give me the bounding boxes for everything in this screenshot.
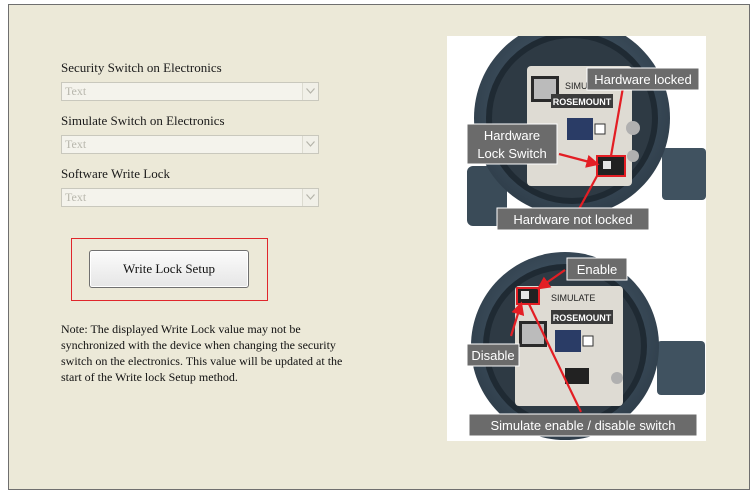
top-brand-text: ROSEMOUNT xyxy=(553,97,612,107)
chevron-down-icon[interactable] xyxy=(302,83,318,100)
security-switch-dropdown[interactable]: Text xyxy=(61,82,319,101)
window-panel: Security Switch on Electronics Text Simu… xyxy=(8,4,750,490)
callout-hardware-switch-line2: Lock Switch xyxy=(477,146,546,161)
simulate-switch-value: Text xyxy=(65,137,87,151)
callout-hardware-switch-line1: Hardware xyxy=(484,128,540,143)
bottom-housing-text: SIMULATE xyxy=(551,293,595,303)
software-write-lock-label: Software Write Lock xyxy=(61,166,170,181)
callout-hardware-locked: Hardware locked xyxy=(586,67,700,91)
callout-enable-text: Enable xyxy=(577,262,617,277)
callout-hardware-locked-text: Hardware locked xyxy=(594,72,692,87)
callout-hardware-not-locked: Hardware not locked xyxy=(496,207,650,231)
software-write-lock-value: Text xyxy=(65,190,87,204)
callout-enable: Enable xyxy=(566,257,628,281)
device-illustration: ROSEMOUNT SIMULA Hardware locked Hardwar xyxy=(447,20,706,441)
chevron-down-icon[interactable] xyxy=(302,136,318,153)
device-illustration-graphic: ROSEMOUNT SIMULA Hardware locked Hardwar xyxy=(466,20,706,440)
bottom-brand-text: ROSEMOUNT xyxy=(553,313,612,323)
callout-simulate-switch: Simulate enable / disable switch xyxy=(468,413,698,437)
callout-disable: Disable xyxy=(466,343,520,367)
callout-hardware-not-locked-text: Hardware not locked xyxy=(513,212,632,227)
chevron-down-icon[interactable] xyxy=(302,189,318,206)
callout-simulate-switch-text: Simulate enable / disable switch xyxy=(491,418,676,433)
write-lock-setup-button[interactable]: Write Lock Setup xyxy=(89,250,249,288)
security-switch-label: Security Switch on Electronics xyxy=(61,60,222,75)
write-lock-note: Note: The displayed Write Lock value may… xyxy=(61,322,343,384)
security-switch-value: Text xyxy=(65,84,87,98)
software-write-lock-dropdown[interactable]: Text xyxy=(61,188,319,207)
simulate-switch-dropdown[interactable]: Text xyxy=(61,135,319,154)
callout-hardware-lock-switch: Hardware Lock Switch xyxy=(466,123,558,165)
callout-disable-text: Disable xyxy=(471,348,514,363)
simulate-switch-label: Simulate Switch on Electronics xyxy=(61,113,225,128)
